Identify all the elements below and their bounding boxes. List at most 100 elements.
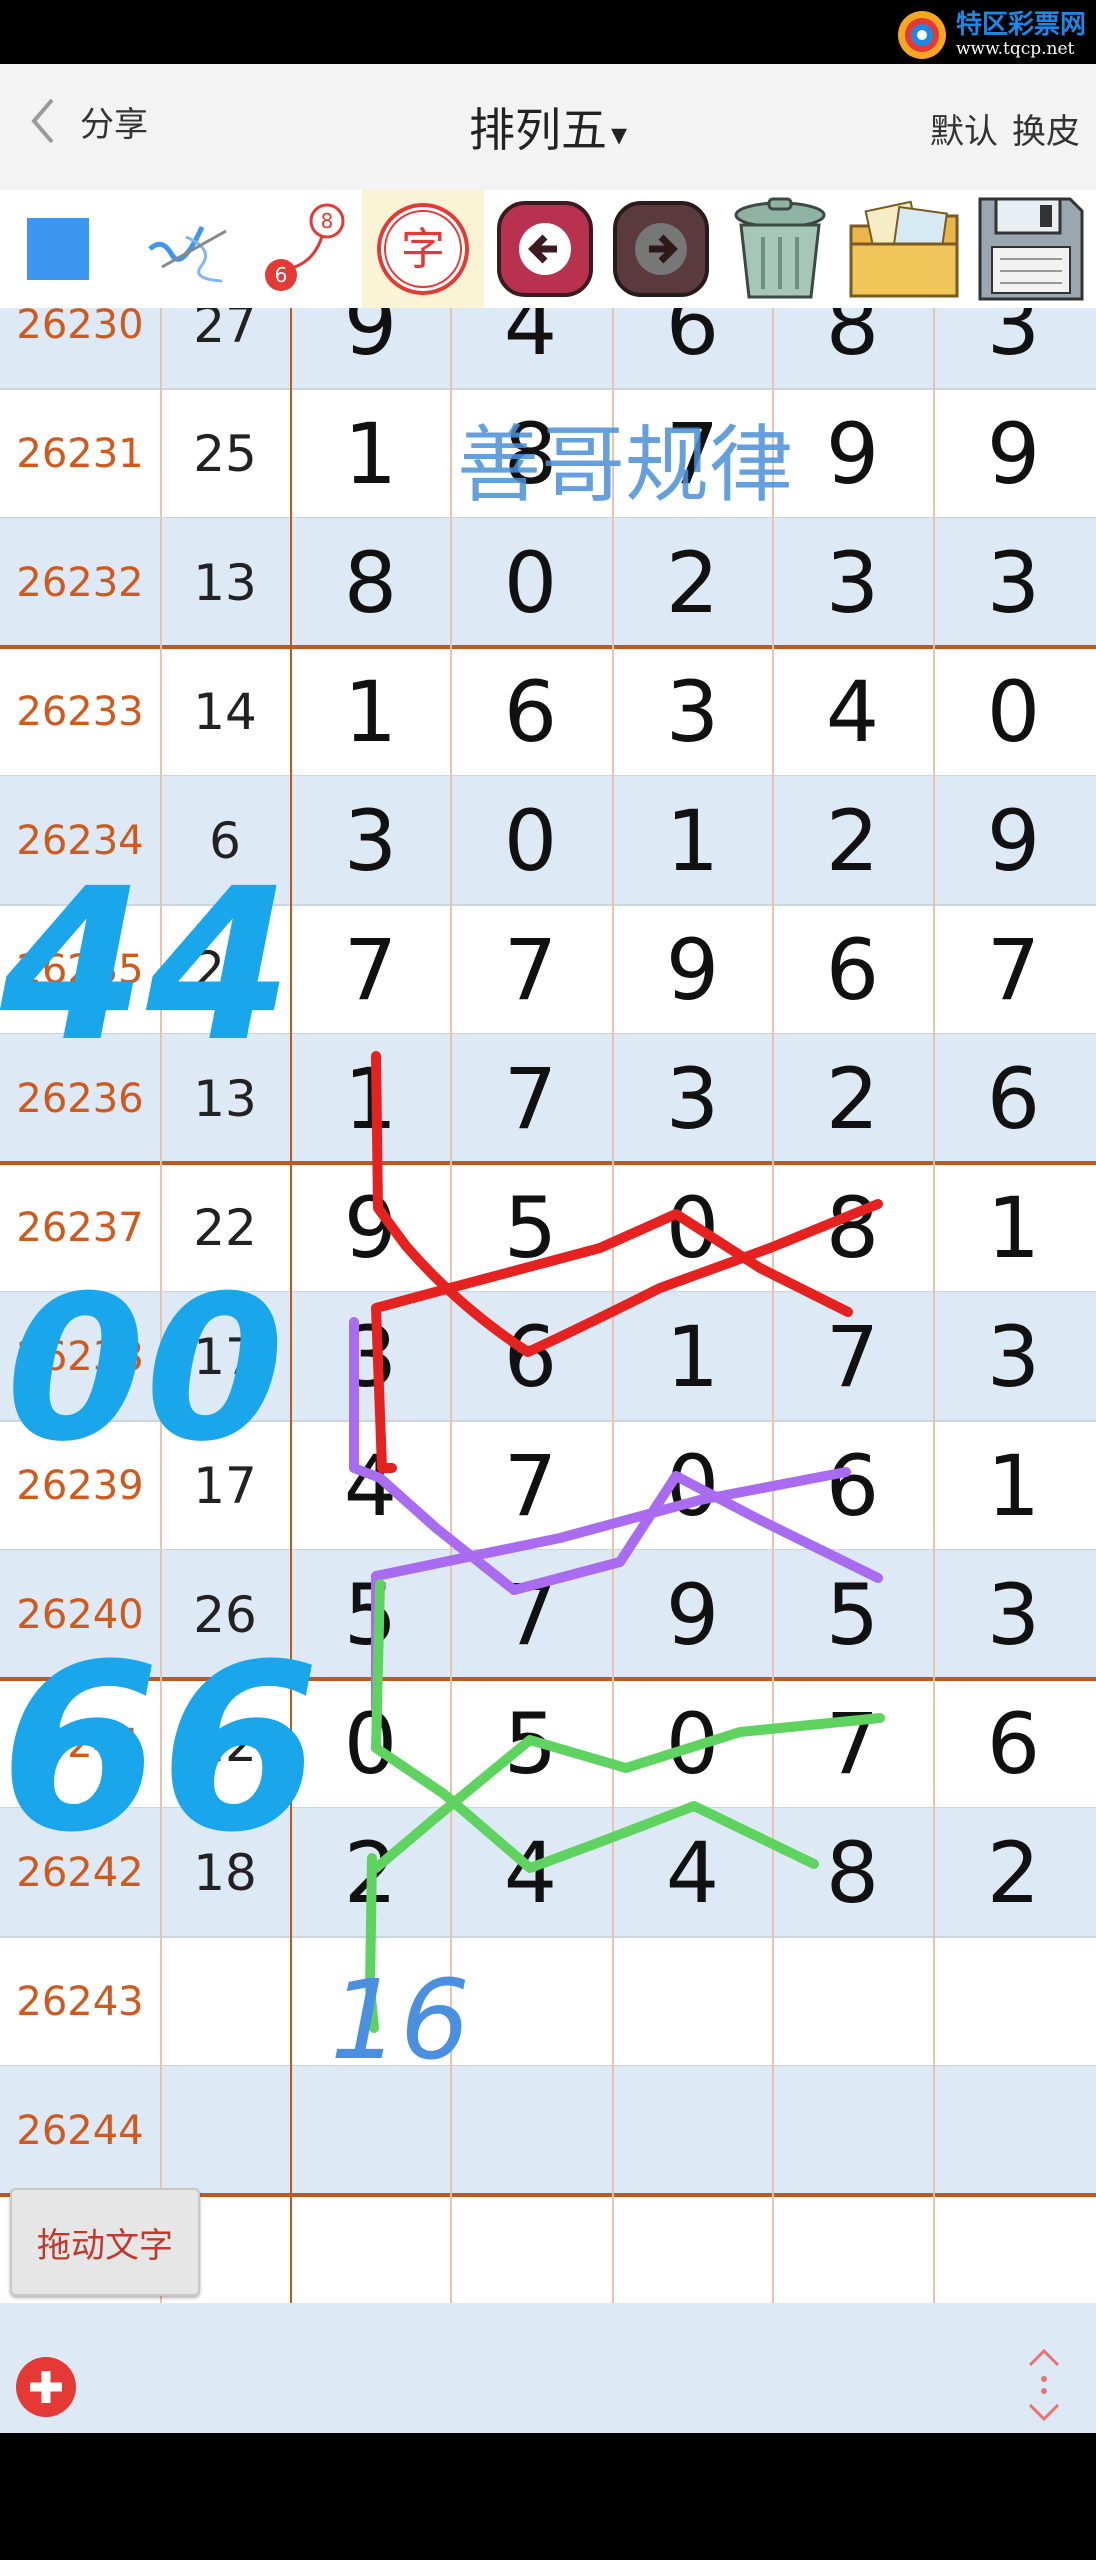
- digit-cell[interactable]: [612, 2066, 773, 2195]
- table-row[interactable]: 26235 29 7 7 9 6 7: [0, 905, 1096, 1034]
- save-icon[interactable]: [970, 190, 1092, 308]
- digit-cell[interactable]: 1: [933, 1421, 1094, 1550]
- digit-cell[interactable]: 6: [450, 647, 611, 776]
- digit-cell[interactable]: 1: [612, 776, 773, 905]
- digit-cell[interactable]: [290, 2066, 451, 2195]
- digit-cell[interactable]: 3: [290, 776, 451, 905]
- table-row[interactable]: 26234 6 3 0 1 2 9: [0, 776, 1096, 905]
- digit-cell[interactable]: 0: [612, 1421, 773, 1550]
- digit-cell[interactable]: 7: [772, 1292, 933, 1421]
- digit-cell[interactable]: 6: [933, 1679, 1094, 1808]
- digit-cell[interactable]: 1: [290, 1034, 451, 1163]
- digit-cell[interactable]: 0: [450, 776, 611, 905]
- digit-cell[interactable]: 5: [450, 1679, 611, 1808]
- digit-cell[interactable]: [933, 1937, 1094, 2066]
- digit-cell[interactable]: [290, 1937, 451, 2066]
- digit-cell[interactable]: 3: [290, 1292, 451, 1421]
- photos-icon[interactable]: [842, 190, 966, 308]
- digit-cell[interactable]: 4: [450, 308, 611, 389]
- char-icon[interactable]: 字: [362, 190, 484, 308]
- digit-cell[interactable]: 1: [612, 1292, 773, 1421]
- digit-cell[interactable]: 0: [290, 1679, 451, 1808]
- digit-cell[interactable]: 2: [933, 1808, 1094, 1937]
- default-button[interactable]: 默认: [930, 104, 998, 153]
- jump-line-icon[interactable]: 8 6: [256, 190, 354, 308]
- table-row[interactable]: 26237 22 9 5 0 8 1: [0, 1163, 1096, 1292]
- digit-cell[interactable]: 7: [450, 1421, 611, 1550]
- digit-cell[interactable]: 1: [290, 647, 451, 776]
- table-row[interactable]: 26240 26 5 7 9 5 3: [0, 1550, 1096, 1679]
- drag-text-button[interactable]: 拖动文字: [10, 2188, 200, 2296]
- digit-cell[interactable]: [772, 1937, 933, 2066]
- digit-cell[interactable]: 0: [612, 1679, 773, 1808]
- digit-cell[interactable]: 7: [772, 1679, 933, 1808]
- undo-icon[interactable]: [490, 190, 600, 308]
- digit-cell[interactable]: 7: [933, 905, 1094, 1034]
- digit-cell[interactable]: [772, 2066, 933, 2195]
- digit-cell[interactable]: 4: [772, 647, 933, 776]
- digit-cell[interactable]: 7: [450, 905, 611, 1034]
- digit-cell[interactable]: 9: [933, 776, 1094, 905]
- digit-cell[interactable]: 7: [290, 905, 451, 1034]
- digit-cell[interactable]: 3: [612, 1034, 773, 1163]
- digit-cell[interactable]: 6: [933, 1034, 1094, 1163]
- table-row[interactable]: 26241 12 0 5 0 7 6: [0, 1679, 1096, 1808]
- digit-cell[interactable]: 5: [450, 1163, 611, 1292]
- table-row[interactable]: 26233 14 1 6 3 4 0: [0, 647, 1096, 776]
- resize-vertical-icon[interactable]: [1022, 2347, 1066, 2423]
- color-square-icon[interactable]: [20, 190, 96, 308]
- digit-cell[interactable]: 9: [290, 1163, 451, 1292]
- digit-cell[interactable]: 2: [772, 1034, 933, 1163]
- digit-cell[interactable]: 8: [290, 518, 451, 647]
- digit-cell[interactable]: 8: [772, 1808, 933, 1937]
- table-row[interactable]: 26230 27 9 4 6 8 3: [0, 308, 1096, 389]
- digit-cell[interactable]: 6: [772, 1421, 933, 1550]
- digit-cell[interactable]: 4: [450, 1808, 611, 1937]
- digit-cell[interactable]: 3: [933, 518, 1094, 647]
- digit-cell[interactable]: 2: [290, 1808, 451, 1937]
- change-skin-button[interactable]: 换皮: [1012, 104, 1080, 153]
- digit-cell[interactable]: 7: [450, 1034, 611, 1163]
- digit-cell[interactable]: 6: [450, 1292, 611, 1421]
- digit-cell[interactable]: 3: [933, 1292, 1094, 1421]
- digit-cell[interactable]: 5: [290, 1550, 451, 1679]
- trash-icon[interactable]: [722, 190, 838, 308]
- digit-cell[interactable]: 3: [772, 518, 933, 647]
- table-row[interactable]: 26243: [0, 1937, 1096, 2066]
- digit-cell[interactable]: 0: [933, 647, 1094, 776]
- table-row[interactable]: 26232 13 8 0 2 3 3: [0, 518, 1096, 647]
- digit-cell[interactable]: [450, 2066, 611, 2195]
- digit-cell[interactable]: 0: [450, 518, 611, 647]
- digit-cell[interactable]: [612, 1937, 773, 2066]
- digit-cell[interactable]: 8: [772, 308, 933, 389]
- table-row[interactable]: 26244: [0, 2066, 1096, 2195]
- digit-cell[interactable]: 3: [933, 308, 1094, 389]
- add-icon[interactable]: [14, 2355, 78, 2419]
- table-row[interactable]: 26238 17 3 6 1 7 3: [0, 1292, 1096, 1421]
- redo-icon[interactable]: [606, 190, 716, 308]
- digit-cell[interactable]: 2: [612, 518, 773, 647]
- table-row[interactable]: 26242 18 2 4 4 8 2: [0, 1808, 1096, 1937]
- digit-cell[interactable]: 2: [772, 776, 933, 905]
- digit-cell[interactable]: 6: [772, 905, 933, 1034]
- digit-cell[interactable]: 0: [612, 1163, 773, 1292]
- digit-cell[interactable]: 9: [612, 1550, 773, 1679]
- digit-cell[interactable]: [933, 2066, 1094, 2195]
- digit-cell[interactable]: 3: [612, 647, 773, 776]
- digit-cell[interactable]: 8: [772, 1163, 933, 1292]
- digit-cell[interactable]: 9: [612, 905, 773, 1034]
- digit-cell[interactable]: 9: [290, 308, 451, 389]
- table-row[interactable]: 26236 13 1 7 3 2 6: [0, 1034, 1096, 1163]
- digit-cell[interactable]: 4: [290, 1421, 451, 1550]
- digit-cell[interactable]: 4: [612, 1808, 773, 1937]
- digit-cell[interactable]: 7: [450, 1550, 611, 1679]
- results-grid[interactable]: 26230 27 9 4 6 8 3 26231 25 1 8 7 9 9 26232 13 8 0 2 3 3 2623…: [0, 308, 1096, 2303]
- pen-check-icon[interactable]: [140, 190, 240, 308]
- digit-cell[interactable]: 5: [772, 1550, 933, 1679]
- digit-cell[interactable]: 3: [933, 1550, 1094, 1679]
- digit-cell[interactable]: [450, 1937, 611, 2066]
- digit-cell[interactable]: 1: [933, 1163, 1094, 1292]
- table-row[interactable]: 26239 17 4 7 0 6 1: [0, 1421, 1096, 1550]
- sum-cell: [160, 2066, 290, 2195]
- digit-cell[interactable]: 6: [612, 308, 773, 389]
